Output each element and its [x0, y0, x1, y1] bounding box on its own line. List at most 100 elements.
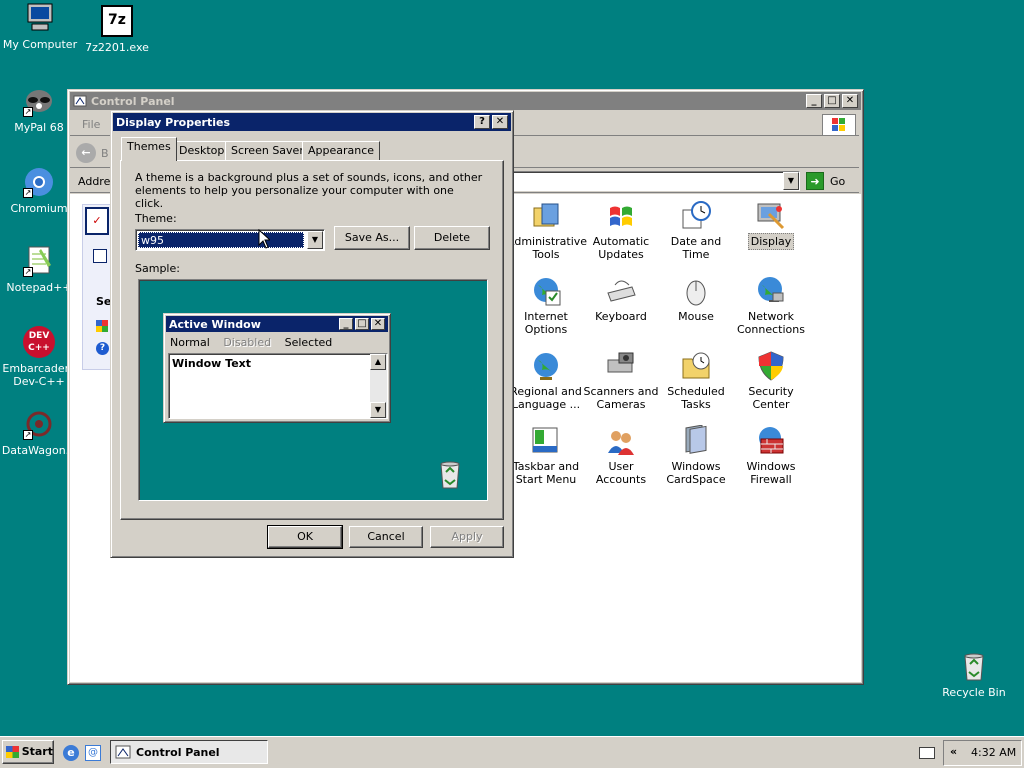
desktop-icon-label: Embarcadero Dev-C++: [2, 362, 76, 388]
ok-button[interactable]: OK: [267, 525, 343, 549]
tab-label: Appearance: [308, 144, 375, 157]
cancel-button[interactable]: Cancel: [349, 526, 423, 548]
cp-item[interactable]: Administrative Tools: [507, 200, 588, 261]
help-icon[interactable]: ?: [96, 342, 109, 355]
start-button[interactable]: Start: [2, 740, 54, 764]
sample-recycle-bin-icon: [434, 458, 466, 490]
help-button[interactable]: ?: [474, 115, 490, 129]
cp-item[interactable]: User Accounts: [582, 425, 660, 486]
go-button[interactable]: ➜ Go: [806, 171, 845, 191]
close-button[interactable]: ✕: [492, 115, 508, 129]
taskbar-button-control-panel[interactable]: Control Panel: [110, 740, 268, 764]
maximize-icon: □: [355, 318, 369, 330]
datawagon-icon: ↗: [23, 408, 55, 440]
scroll-down-icon: ▼: [370, 402, 386, 418]
close-icon: ✕: [371, 318, 385, 330]
cp-item[interactable]: Network Connections: [732, 275, 810, 336]
keyboard-tray-icon[interactable]: [919, 747, 935, 759]
cp-item[interactable]: Scheduled Tasks: [657, 350, 735, 411]
chevron-down-icon[interactable]: ▼: [307, 231, 323, 249]
clock[interactable]: 4:32 AM: [971, 746, 1016, 759]
display-properties-dialog[interactable]: Display Properties ? ✕ Themes Desktop Sc…: [110, 110, 514, 558]
tab-screen-saver[interactable]: Screen Saver: [225, 141, 310, 161]
themes-description: A theme is a background plus a set of so…: [135, 171, 483, 210]
desktop-icon-7z2201[interactable]: 7z 7z2201.exe: [77, 5, 157, 54]
cp-item[interactable]: Internet Options: [507, 275, 585, 336]
cp-item-label: Regional and Language ...: [510, 385, 582, 411]
theme-sample-preview: Active Window _ □ ✕ Normal Disabled Sele…: [138, 279, 488, 501]
system-tray: « 4:32 AM: [943, 740, 1022, 766]
quicklaunch-ie-icon[interactable]: e: [63, 745, 79, 761]
firewall-icon: [755, 425, 787, 457]
address-dropdown-button[interactable]: ▼: [783, 172, 799, 190]
cp-item-label: User Accounts: [595, 460, 647, 486]
dialog-title: Display Properties: [116, 115, 231, 129]
cp-item-label: Automatic Updates: [592, 235, 650, 261]
cp-item[interactable]: Keyboard: [582, 275, 660, 323]
recycle-bin-icon: [958, 650, 990, 682]
tab-desktop[interactable]: Desktop: [173, 141, 231, 161]
maximize-button[interactable]: □: [824, 94, 840, 108]
windows-logo-icon: [605, 200, 637, 232]
control-panel-icon: [115, 744, 131, 760]
calendar-clock-icon: [680, 200, 712, 232]
sample-menu-disabled: Disabled: [223, 336, 272, 349]
quicklaunch-outlook-icon[interactable]: @: [85, 745, 101, 761]
cp-item-label: Windows Firewall: [746, 460, 796, 486]
desktop-icon-label: Notepad++: [6, 281, 72, 294]
cp-item[interactable]: Taskbar and Start Menu: [507, 425, 585, 486]
sample-menu-bar: Normal Disabled Selected: [170, 336, 332, 349]
tab-themes[interactable]: Themes: [121, 137, 177, 161]
back-label: B: [101, 146, 109, 160]
show-hidden-icons-button[interactable]: «: [950, 745, 957, 758]
cp-item-label: Administrative Tools: [507, 235, 588, 261]
sample-label: Sample:: [135, 262, 180, 275]
menu-file[interactable]: File: [82, 118, 100, 131]
display-properties-titlebar[interactable]: Display Properties ? ✕: [113, 113, 511, 131]
theme-select[interactable]: w95 ▼: [135, 229, 325, 251]
cp-item[interactable]: Security Center: [732, 350, 810, 411]
chromium-icon: ↗: [23, 166, 55, 198]
apply-button: Apply: [430, 526, 504, 548]
desktop-icon-label: MyPal 68: [14, 121, 64, 134]
folder-clock-icon: [680, 350, 712, 382]
cp-item-label: Display: [747, 233, 795, 250]
cp-item[interactable]: Date and Time: [657, 200, 735, 261]
cp-item-label: Keyboard: [595, 310, 647, 323]
desktop-icon-label: 7z2201.exe: [85, 41, 149, 54]
raccoon-icon: ↗: [23, 85, 55, 117]
desktop-icon-recycle-bin[interactable]: Recycle Bin: [934, 650, 1014, 699]
control-panel-big-icon: ✓: [85, 207, 109, 235]
scroll-up-icon: ▲: [370, 354, 386, 370]
cp-item[interactable]: Regional and Language ...: [507, 350, 585, 411]
scanner-icon: [605, 350, 637, 382]
cp-item[interactable]: Mouse: [657, 275, 735, 323]
theme-select-value: w95: [138, 232, 304, 248]
mouse-icon: [680, 275, 712, 307]
cp-item[interactable]: Scanners and Cameras: [582, 350, 660, 411]
close-button[interactable]: ✕: [842, 94, 858, 108]
cp-item-label: Scheduled Tasks: [667, 385, 725, 411]
minimize-button[interactable]: _: [806, 94, 822, 108]
tab-label: Desktop: [179, 144, 225, 157]
desktop-icon-label: Chromium: [10, 202, 68, 215]
back-arrow-icon: ←: [76, 143, 96, 163]
7zip-icon: 7z: [101, 5, 133, 37]
cp-item-label: Date and Time: [670, 235, 722, 261]
cp-item-label: Taskbar and Start Menu: [512, 460, 580, 486]
cp-item[interactable]: Windows Firewall: [732, 425, 810, 486]
sample-window-title: Active Window: [169, 317, 261, 331]
windows-update-icon[interactable]: [96, 320, 108, 332]
cp-item[interactable]: Windows CardSpace: [657, 424, 735, 486]
cp-item[interactable]: Display: [732, 200, 810, 250]
mouse-pointer-icon: [258, 229, 270, 249]
desktop-icon-label: DataWagon...: [1, 444, 77, 457]
desktop-icon-my-computer[interactable]: My Computer: [0, 2, 80, 51]
save-as-button[interactable]: Save As...: [334, 226, 410, 250]
regional-globe-icon: [530, 350, 562, 382]
delete-button[interactable]: Delete: [414, 226, 490, 250]
cp-item[interactable]: Automatic Updates: [582, 200, 660, 261]
control-panel-titlebar[interactable]: Control Panel _ □ ✕: [70, 92, 861, 110]
switch-view-icon[interactable]: [93, 249, 107, 263]
tab-appearance[interactable]: Appearance: [302, 141, 381, 161]
